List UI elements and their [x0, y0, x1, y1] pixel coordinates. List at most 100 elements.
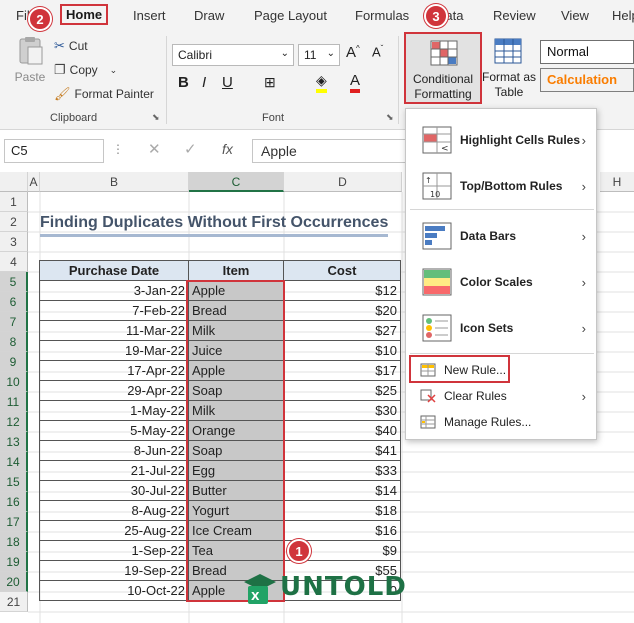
- date-cell[interactable]: 3-Jan-22: [39, 280, 189, 301]
- date-cell[interactable]: 25-Aug-22: [39, 520, 189, 541]
- tab-home[interactable]: Home: [60, 4, 109, 25]
- format-as-table-button[interactable]: Format as Table: [482, 70, 536, 100]
- style-normal[interactable]: Normal: [540, 40, 634, 64]
- font-color-icon[interactable]: A: [350, 72, 361, 93]
- tab-insert[interactable]: Insert: [133, 8, 166, 23]
- date-cell[interactable]: 5-May-22: [39, 420, 189, 441]
- cost-cell[interactable]: $12: [283, 280, 401, 301]
- item-cell[interactable]: Soap: [188, 380, 284, 401]
- menu-item-manage-rules[interactable]: Manage Rules...: [406, 409, 596, 435]
- date-cell[interactable]: 7-Feb-22: [39, 300, 189, 321]
- row-header-3[interactable]: 3: [0, 232, 28, 252]
- menu-item-color-scales[interactable]: Color Scales ›: [406, 259, 596, 305]
- date-cell[interactable]: 11-Mar-22: [39, 320, 189, 341]
- column-header-c[interactable]: C: [189, 172, 284, 192]
- row-header-6[interactable]: 6: [0, 292, 28, 312]
- cost-cell[interactable]: $41: [283, 440, 401, 461]
- item-cell[interactable]: Apple: [188, 280, 284, 301]
- cost-cell[interactable]: $30: [283, 400, 401, 421]
- row-header-2[interactable]: 2: [0, 212, 28, 232]
- row-header-10[interactable]: 10: [0, 372, 28, 392]
- tab-help[interactable]: Help: [612, 8, 634, 23]
- name-box[interactable]: C5: [4, 139, 104, 163]
- item-cell[interactable]: Bread: [188, 300, 284, 321]
- menu-item-clear-rules[interactable]: Clear Rules ›: [406, 383, 596, 409]
- date-cell[interactable]: 19-Mar-22: [39, 340, 189, 361]
- paste-button[interactable]: Paste: [10, 36, 50, 84]
- item-cell[interactable]: Yogurt: [188, 500, 284, 521]
- cancel-icon[interactable]: ✕: [148, 140, 161, 158]
- menu-item-data-bars[interactable]: Data Bars ›: [406, 213, 596, 259]
- row-header-21[interactable]: 21: [0, 592, 28, 612]
- item-cell[interactable]: Milk: [188, 400, 284, 421]
- item-cell[interactable]: Tea: [188, 540, 284, 561]
- row-header-1[interactable]: 1: [0, 192, 28, 212]
- tab-view[interactable]: View: [561, 8, 589, 23]
- row-header-16[interactable]: 16: [0, 492, 28, 512]
- enter-icon[interactable]: ✓: [184, 140, 197, 158]
- date-cell[interactable]: 17-Apr-22: [39, 360, 189, 381]
- cut-button[interactable]: ✂ Cut: [54, 38, 88, 54]
- fill-color-icon[interactable]: ◈: [316, 72, 327, 93]
- row-header-17[interactable]: 17: [0, 512, 28, 532]
- cost-cell[interactable]: $18: [283, 500, 401, 521]
- tab-review[interactable]: Review: [493, 8, 536, 23]
- increase-font-icon[interactable]: A^: [346, 44, 360, 61]
- formula-input[interactable]: Apple: [252, 139, 422, 163]
- function-icon[interactable]: fx: [222, 141, 233, 157]
- style-calculation[interactable]: Calculation: [540, 68, 634, 92]
- column-header-b[interactable]: B: [40, 172, 189, 192]
- cost-cell[interactable]: $20: [283, 300, 401, 321]
- underline-icon[interactable]: U: [222, 74, 233, 91]
- date-cell[interactable]: 1-Sep-22: [39, 540, 189, 561]
- item-cell[interactable]: Milk: [188, 320, 284, 341]
- cost-cell[interactable]: $25: [283, 380, 401, 401]
- header-purchase-date[interactable]: Purchase Date: [39, 260, 189, 281]
- dialog-launcher-icon[interactable]: ⬊: [152, 112, 160, 123]
- dialog-launcher-icon[interactable]: ⬊: [386, 112, 394, 123]
- header-cost[interactable]: Cost: [283, 260, 401, 281]
- cost-cell[interactable]: $14: [283, 480, 401, 501]
- row-header-11[interactable]: 11: [0, 392, 28, 412]
- row-header-18[interactable]: 18: [0, 532, 28, 552]
- date-cell[interactable]: 1-May-22: [39, 400, 189, 421]
- item-cell[interactable]: Apple: [188, 360, 284, 381]
- cost-cell[interactable]: $10: [283, 340, 401, 361]
- conditional-formatting-button[interactable]: Conditional Formatting: [404, 32, 482, 104]
- cost-cell[interactable]: $17: [283, 360, 401, 381]
- tab-page-layout[interactable]: Page Layout: [254, 8, 327, 23]
- row-header-19[interactable]: 19: [0, 552, 28, 572]
- column-header-a[interactable]: A: [28, 172, 40, 192]
- row-header-7[interactable]: 7: [0, 312, 28, 332]
- column-header-h[interactable]: H: [600, 172, 634, 192]
- menu-item-highlight-cells-rules[interactable]: < Highlight Cells Rules ›: [406, 117, 596, 163]
- bold-icon[interactable]: B: [178, 74, 189, 91]
- row-header-5[interactable]: 5: [0, 272, 28, 292]
- cost-cell[interactable]: $40: [283, 420, 401, 441]
- column-header-d[interactable]: D: [284, 172, 402, 192]
- row-header-8[interactable]: 8: [0, 332, 28, 352]
- row-header-9[interactable]: 9: [0, 352, 28, 372]
- row-header-15[interactable]: 15: [0, 472, 28, 492]
- item-cell[interactable]: Egg: [188, 460, 284, 481]
- cost-cell[interactable]: $33: [283, 460, 401, 481]
- format-painter-button[interactable]: 🖌 Format Painter: [54, 86, 154, 102]
- menu-item-top-bottom-rules[interactable]: ↑ 10 Top/Bottom Rules ›: [406, 163, 596, 209]
- tab-draw[interactable]: Draw: [194, 8, 224, 23]
- date-cell[interactable]: 10-Oct-22: [39, 580, 189, 601]
- date-cell[interactable]: 30-Jul-22: [39, 480, 189, 501]
- menu-item-icon-sets[interactable]: Icon Sets ›: [406, 305, 596, 351]
- italic-icon[interactable]: I: [202, 74, 206, 91]
- tab-formulas[interactable]: Formulas: [355, 8, 409, 23]
- row-header-4[interactable]: 4: [0, 252, 28, 272]
- row-header-13[interactable]: 13: [0, 432, 28, 452]
- item-cell[interactable]: Juice: [188, 340, 284, 361]
- item-cell[interactable]: Soap: [188, 440, 284, 461]
- header-item[interactable]: Item: [188, 260, 284, 281]
- copy-button[interactable]: ❐ Copy ⌄: [54, 62, 117, 78]
- cost-cell[interactable]: $27: [283, 320, 401, 341]
- date-cell[interactable]: 19-Sep-22: [39, 560, 189, 581]
- select-all-corner[interactable]: [0, 172, 28, 192]
- cost-cell[interactable]: $16: [283, 520, 401, 541]
- font-name-select[interactable]: Calibri ⌄: [172, 44, 294, 66]
